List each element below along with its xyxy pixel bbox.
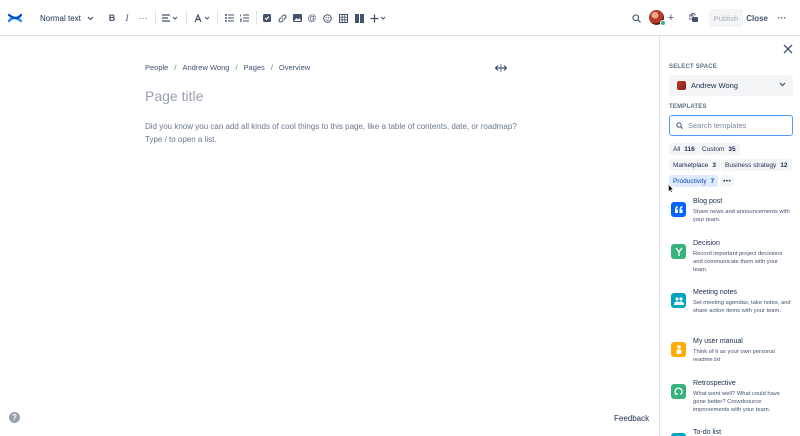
decision-branch-icon <box>671 244 686 259</box>
category-label: Business strategy <box>725 161 777 169</box>
template-panel: SELECT SPACE Andrew Wong TEMPLATES All11… <box>659 36 800 436</box>
mention-icon[interactable]: @ <box>305 0 319 36</box>
template-blog-post[interactable]: Blog post Share news and announcements w… <box>669 198 795 238</box>
category-label: Custom <box>702 145 725 153</box>
mouse-cursor-icon <box>668 184 674 193</box>
breadcrumb-item-pages[interactable]: Pages <box>244 63 265 72</box>
template-decision[interactable]: Decision Record important project decisi… <box>669 240 795 286</box>
retrospective-icon <box>671 384 686 399</box>
image-icon[interactable] <box>290 0 304 36</box>
more-icon[interactable]: ··· <box>775 0 789 36</box>
table-icon[interactable] <box>336 0 350 36</box>
template-title: Decision <box>693 240 720 247</box>
selected-space: Andrew Wong <box>691 81 738 90</box>
template-description: What went well? What could have gone bet… <box>693 391 780 413</box>
template-description: Set meeting agendas, take notes, and sha… <box>693 300 791 314</box>
search-icon <box>676 122 683 129</box>
publish-button[interactable]: Publish <box>709 9 743 27</box>
chevron-down-icon <box>87 16 94 20</box>
category-all[interactable]: All 116 <box>669 143 699 155</box>
template-title: Retrospective <box>693 380 736 387</box>
toolbar-divider <box>186 11 187 25</box>
breadcrumb-item-people[interactable]: People <box>145 63 168 72</box>
template-retrospective[interactable]: Retrospective What went well? What could… <box>669 380 795 426</box>
templates-label: TEMPLATES <box>669 104 707 110</box>
template-title: To-do list <box>693 429 722 436</box>
editor-body[interactable]: Did you know you can add all kinds of co… <box>145 120 525 146</box>
layouts-icon[interactable] <box>352 0 366 36</box>
insert-icon[interactable] <box>368 0 388 36</box>
space-avatar <box>677 81 686 90</box>
full-width-toggle-icon[interactable] <box>495 63 507 73</box>
template-title: Blog post <box>693 198 723 205</box>
search-templates-input[interactable] <box>688 121 788 130</box>
breadcrumb-separator: / <box>270 63 273 72</box>
template-description: Think of it as your own personal readme.… <box>693 349 775 363</box>
editor-toolbar: Normal text B I ··· @ + Publish Close ··… <box>0 0 800 36</box>
text-style-dropdown[interactable]: Normal text <box>34 0 94 36</box>
toolbar-divider <box>217 11 218 25</box>
link-icon[interactable] <box>275 0 289 36</box>
user-manual-icon <box>671 342 686 357</box>
text-style-label: Normal text <box>40 13 81 23</box>
breadcrumb-separator: / <box>235 63 238 72</box>
template-description: Record important project decisions and c… <box>693 251 783 273</box>
confluence-logo-icon[interactable] <box>6 0 24 36</box>
template-meeting-notes[interactable]: Meeting notes Set meeting agendas, take … <box>669 289 795 335</box>
bullet-list-icon[interactable] <box>222 0 236 36</box>
bold-icon[interactable]: B <box>105 0 119 36</box>
close-button[interactable]: Close <box>746 9 768 27</box>
close-icon[interactable] <box>783 44 793 54</box>
category-marketplace[interactable]: Marketplace 3 <box>669 159 721 171</box>
quote-icon <box>671 202 686 217</box>
numbered-list-icon[interactable] <box>237 0 251 36</box>
category-label: All <box>673 145 681 153</box>
breadcrumb-separator: / <box>174 63 177 72</box>
category-label: Marketplace <box>673 161 709 169</box>
search-icon[interactable] <box>629 0 643 36</box>
template-title: My user manual <box>693 338 743 345</box>
toolbar-divider <box>155 11 156 25</box>
more-categories-button[interactable]: ••• <box>720 175 735 187</box>
action-item-icon[interactable] <box>260 0 274 36</box>
emoji-icon[interactable] <box>320 0 334 36</box>
select-space-label: SELECT SPACE <box>669 64 717 70</box>
help-icon[interactable]: ? <box>9 412 20 423</box>
text-color-icon[interactable] <box>192 0 212 36</box>
category-count: 12 <box>780 161 788 169</box>
feedback-link[interactable]: Feedback <box>614 414 649 423</box>
chevron-down-icon <box>779 82 786 87</box>
body-hint-text: Did you know you can add all kinds of co… <box>145 122 517 131</box>
template-my-user-manual[interactable]: My user manual Think of it as your own p… <box>669 338 795 376</box>
template-title: Meeting notes <box>693 289 737 296</box>
category-count: 35 <box>728 145 736 153</box>
category-custom[interactable]: Custom 35 <box>698 143 740 155</box>
category-count: 7 <box>710 177 715 185</box>
italic-icon[interactable]: I <box>120 0 134 36</box>
restrictions-icon[interactable] <box>686 0 700 36</box>
invite-icon[interactable]: + <box>664 0 678 36</box>
people-icon <box>671 293 686 308</box>
breadcrumb: People / Andrew Wong / Pages / Overview <box>145 63 310 72</box>
template-description: Share news and announcements with your t… <box>693 209 790 223</box>
body-hint-shortcut: Type / to open a list. <box>145 135 217 144</box>
category-productivity[interactable]: Productivity 7 <box>669 175 719 187</box>
template-search[interactable] <box>669 115 793 136</box>
breadcrumb-item-andrew-wong[interactable]: Andrew Wong <box>182 63 229 72</box>
category-count: 3 <box>712 161 717 169</box>
category-count: 116 <box>684 145 695 153</box>
alignment-icon[interactable] <box>160 0 180 36</box>
page-title-input[interactable]: Page title <box>145 88 203 104</box>
breadcrumb-item-overview[interactable]: Overview <box>279 63 310 72</box>
toolbar-divider <box>256 11 257 25</box>
space-select[interactable]: Andrew Wong <box>669 75 793 96</box>
category-business-strategy[interactable]: Business strategy 12 <box>721 159 792 171</box>
more-formatting-icon[interactable]: ··· <box>136 0 150 36</box>
template-to-do-list[interactable]: To-do list <box>669 429 795 436</box>
category-label: Productivity <box>673 177 707 185</box>
